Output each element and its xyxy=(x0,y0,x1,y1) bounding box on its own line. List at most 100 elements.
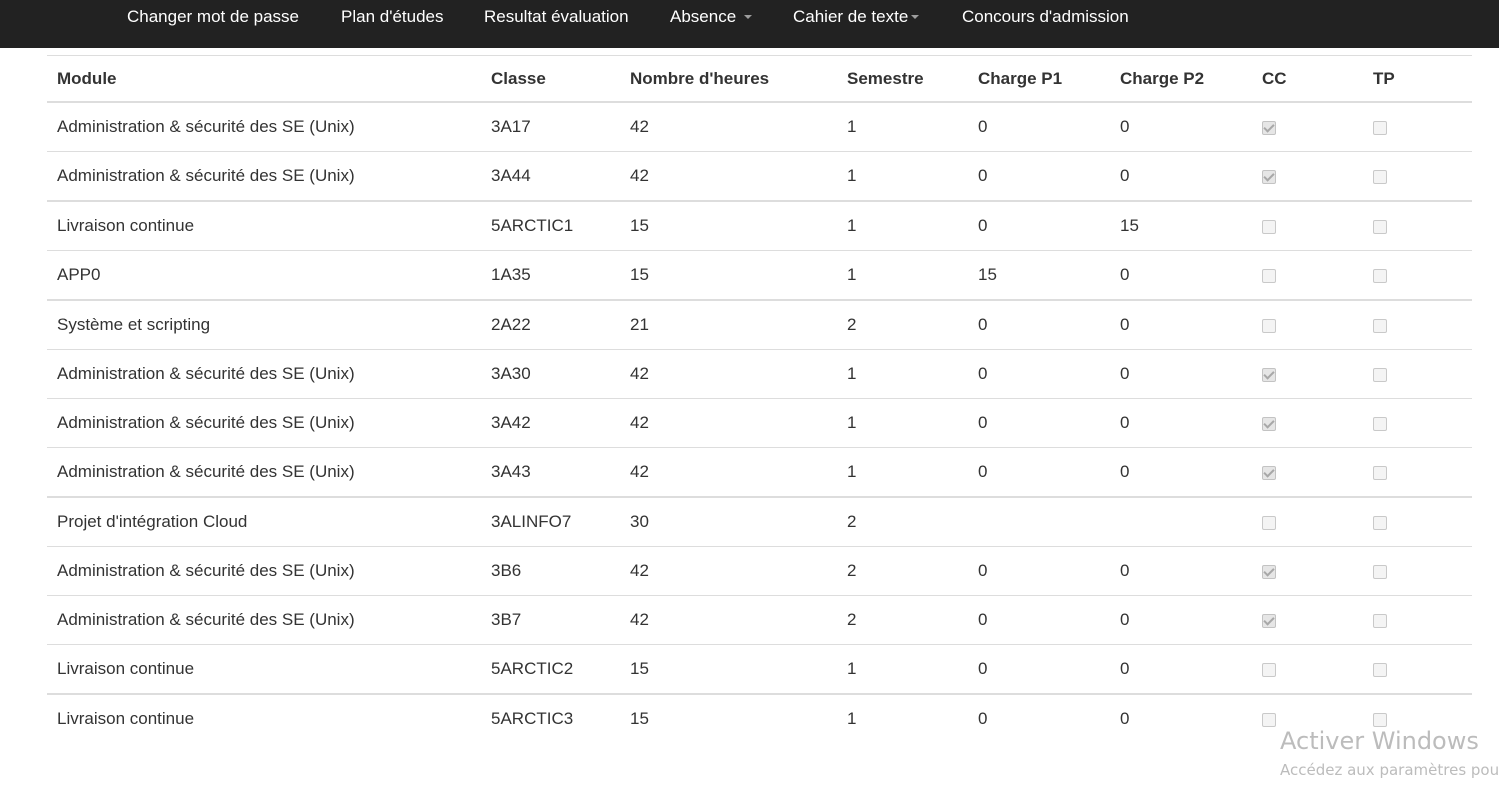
cell-tp xyxy=(1363,595,1472,645)
cell-semestre: 1 xyxy=(837,200,968,251)
table-row: APP0 1A35 15 1 15 0 xyxy=(47,250,1472,300)
nav-plan-etudes[interactable]: Plan d'études xyxy=(341,7,444,27)
nav-cahier-de-texte-dropdown[interactable]: Cahier de texte xyxy=(793,7,920,27)
cell-heures: 42 xyxy=(620,151,837,201)
nav-resultat-evaluation[interactable]: Resultat évaluation xyxy=(484,7,629,27)
cell-heures: 42 xyxy=(620,349,837,399)
top-navbar: Changer mot de passe Plan d'études Resul… xyxy=(0,0,1499,48)
cell-cc xyxy=(1252,398,1363,448)
cell-classe: 5ARCTIC2 xyxy=(481,644,620,694)
cell-module: APP0 xyxy=(47,250,481,300)
cell-semestre: 1 xyxy=(837,644,968,694)
cc-checkbox xyxy=(1262,515,1276,530)
tp-checkbox xyxy=(1373,169,1387,184)
table-row: Administration & sécurité des SE (Unix) 3… xyxy=(47,447,1472,497)
cell-charge-p1: 0 xyxy=(968,644,1110,694)
header-charge-p2: Charge P2 xyxy=(1110,55,1252,103)
cell-charge-p1: 0 xyxy=(968,349,1110,399)
cell-charge-p2: 0 xyxy=(1110,398,1252,448)
cell-tp xyxy=(1363,398,1472,448)
cell-classe: 5ARCTIC3 xyxy=(481,693,620,743)
tp-checkbox xyxy=(1373,613,1387,628)
table-header-row: Module Classe Nombre d'heures Semestre C… xyxy=(47,55,1472,103)
table-row: Administration & sécurité des SE (Unix) 3… xyxy=(47,349,1472,399)
cell-heures: 42 xyxy=(620,546,837,596)
cell-tp xyxy=(1363,151,1472,201)
nav-label: Absence xyxy=(670,7,737,26)
cc-checkbox xyxy=(1262,416,1276,431)
cc-checkbox xyxy=(1262,465,1276,480)
cell-charge-p1: 0 xyxy=(968,595,1110,645)
tp-checkbox xyxy=(1373,219,1387,234)
cell-module: Administration & sécurité des SE (Unix) xyxy=(47,151,481,201)
table-row: Administration & sécurité des SE (Unix) 3… xyxy=(47,595,1472,645)
header-classe: Classe xyxy=(481,55,620,103)
cc-checkbox xyxy=(1262,169,1276,184)
cell-classe: 2A22 xyxy=(481,299,620,350)
cell-tp xyxy=(1363,250,1472,300)
nav-concours-admission[interactable]: Concours d'admission xyxy=(962,7,1129,27)
cc-checkbox xyxy=(1262,120,1276,135)
cell-module: Administration & sécurité des SE (Unix) xyxy=(47,546,481,596)
cell-semestre: 1 xyxy=(837,693,968,743)
cell-charge-p1: 0 xyxy=(968,398,1110,448)
cell-tp xyxy=(1363,546,1472,596)
cell-charge-p1: 0 xyxy=(968,546,1110,596)
tp-checkbox xyxy=(1373,318,1387,333)
caret-down-icon xyxy=(743,14,752,19)
cell-tp xyxy=(1363,299,1472,350)
cell-semestre: 2 xyxy=(837,546,968,596)
cell-semestre: 1 xyxy=(837,398,968,448)
cell-module: Système et scripting xyxy=(47,299,481,350)
cc-checkbox xyxy=(1262,219,1276,234)
header-charge-p1: Charge P1 xyxy=(968,55,1110,103)
cell-module: Administration & sécurité des SE (Unix) xyxy=(47,595,481,645)
cell-module: Projet d'intégration Cloud xyxy=(47,496,481,547)
cell-charge-p1: 0 xyxy=(978,117,988,136)
cell-semestre: 2 xyxy=(837,595,968,645)
cc-checkbox xyxy=(1262,564,1276,579)
cell-classe: 3A30 xyxy=(481,349,620,399)
header-tp: TP xyxy=(1363,55,1472,103)
cell-cc xyxy=(1252,349,1363,399)
cell-module: Livraison continue xyxy=(47,644,481,694)
table-row: Livraison continue 5ARCTIC1 15 1 0 15 xyxy=(47,200,1472,251)
cell-tp xyxy=(1363,349,1472,399)
cell-semestre: 2 xyxy=(837,299,968,350)
cell-semestre: 1 xyxy=(847,117,857,136)
cc-checkbox xyxy=(1262,318,1276,333)
cell-charge-p2: 0 xyxy=(1110,693,1252,743)
tp-checkbox xyxy=(1373,712,1387,727)
cell-heures: 15 xyxy=(620,644,837,694)
cell-module: Administration & sécurité des SE (Unix) xyxy=(47,447,481,497)
cell-charge-p2: 0 xyxy=(1110,299,1252,350)
cell-tp xyxy=(1363,102,1472,152)
cell-heures: 42 xyxy=(630,117,649,136)
cell-classe: 3A43 xyxy=(481,447,620,497)
cell-module: Administration & sécurité des SE (Unix) xyxy=(57,117,355,136)
header-semestre: Semestre xyxy=(837,55,968,103)
cell-charge-p2: 0 xyxy=(1110,447,1252,497)
table-row: Administration & sécurité des SE (Unix) 3… xyxy=(47,546,1472,596)
cell-charge-p1: 0 xyxy=(968,200,1110,251)
cell-heures: 42 xyxy=(620,595,837,645)
tp-checkbox xyxy=(1373,367,1387,382)
cell-heures: 15 xyxy=(620,693,837,743)
cell-cc xyxy=(1252,447,1363,497)
windows-activation-subtitle: Accédez aux paramètres pour activer Wind… xyxy=(1280,761,1499,779)
tp-checkbox xyxy=(1373,120,1387,135)
cc-checkbox xyxy=(1262,268,1276,283)
cell-heures: 42 xyxy=(620,447,837,497)
nav-changer-mot-de-passe[interactable]: Changer mot de passe xyxy=(127,7,299,27)
cell-module: Administration & sécurité des SE (Unix) xyxy=(47,398,481,448)
cell-cc xyxy=(1252,200,1363,251)
windows-activation-title: Activer Windows xyxy=(1280,727,1479,755)
nav-absence-dropdown[interactable]: Absence xyxy=(670,7,752,27)
cell-charge-p2: 15 xyxy=(1110,200,1252,251)
table-row: Administration & sécurité des SE (Unix) 3… xyxy=(47,151,1472,201)
cell-charge-p2: 0 xyxy=(1110,546,1252,596)
tp-checkbox xyxy=(1373,662,1387,677)
caret-down-icon xyxy=(911,14,920,19)
cell-heures: 15 xyxy=(620,250,837,300)
cell-classe: 1A35 xyxy=(481,250,620,300)
